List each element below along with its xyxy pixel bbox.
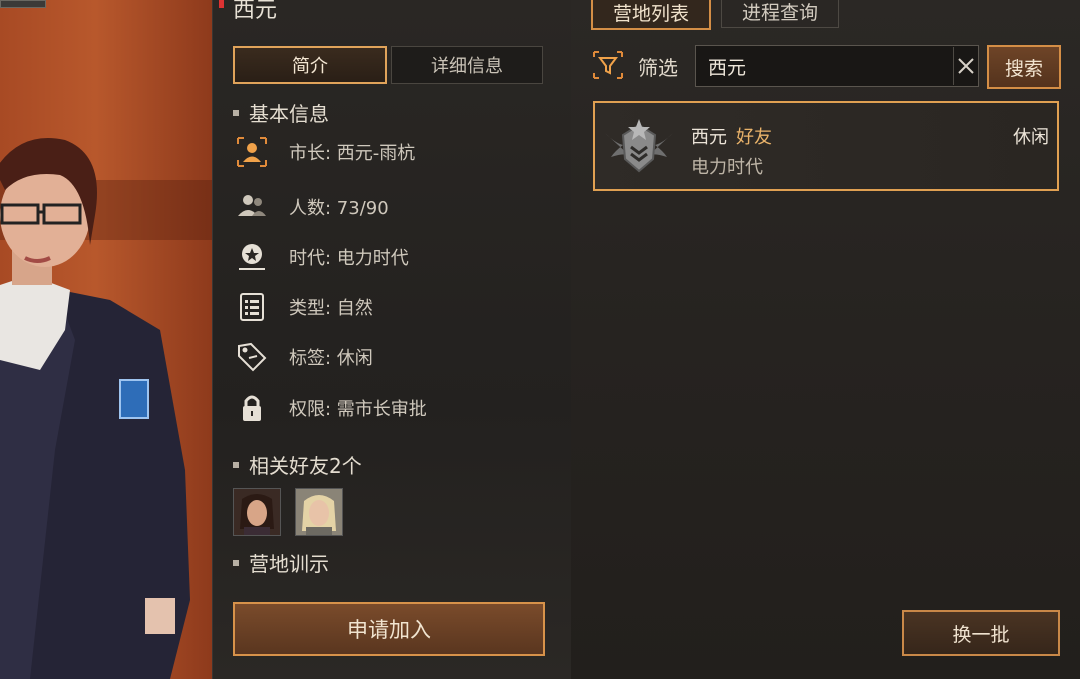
population-text: 人数: 73/90 (289, 198, 389, 219)
bullet-icon (233, 559, 239, 566)
friend-avatar-1[interactable] (233, 488, 281, 536)
info-row-era: 时代: 电力时代 (235, 239, 409, 275)
info-row-tag: 标签: 休闲 (235, 339, 373, 375)
result-camp-name: 西元 (691, 127, 727, 148)
camp-result-item[interactable]: 西元 好友 电力时代 休闲 (593, 101, 1059, 191)
tag-text: 标签: 休闲 (289, 348, 373, 369)
camp-title: 西元 (233, 0, 278, 23)
lock-icon (235, 391, 269, 425)
mayor-text: 市长: 西元-雨杭 (289, 143, 416, 164)
info-subtabs: 简介 详细信息 (233, 46, 543, 84)
bullet-icon (233, 109, 239, 116)
info-row-type: 类型: 自然 (235, 289, 373, 325)
mayor-icon (235, 135, 269, 169)
clear-search-button[interactable] (953, 47, 978, 85)
type-icon (235, 290, 269, 324)
apply-join-button[interactable]: 申请加入 (233, 602, 545, 656)
type-text: 类型: 自然 (289, 298, 373, 319)
filter-icon[interactable] (592, 50, 624, 80)
refresh-batch-button[interactable]: 换一批 (902, 610, 1060, 656)
friend-avatar-2[interactable] (295, 488, 343, 536)
title-marker (219, 0, 224, 8)
friends-label: 相关好友2个 (249, 454, 362, 478)
tab-details[interactable]: 详细信息 (391, 46, 543, 84)
permission-text: 权限: 需市长审批 (289, 399, 427, 420)
result-camp-tag: 休闲 (1013, 127, 1049, 148)
info-row-mayor: 市长: 西元-雨杭 (235, 134, 415, 170)
bullet-icon (233, 461, 239, 468)
info-row-permission: 权限: 需市长审批 (235, 390, 427, 426)
tab-progress-query[interactable]: 进程查询 (721, 0, 840, 28)
friends-heading: 相关好友2个 (233, 450, 362, 479)
close-icon (958, 58, 974, 74)
result-camp-era: 电力时代 (691, 157, 763, 178)
motto-label: 营地训示 (249, 552, 329, 576)
friend-list (233, 488, 343, 536)
corner-widget (0, 0, 46, 8)
tab-intro[interactable]: 简介 (233, 46, 387, 84)
basic-info-label: 基本信息 (249, 102, 329, 126)
character-portrait (0, 0, 212, 679)
era-icon (235, 240, 269, 274)
search-button[interactable]: 搜索 (987, 45, 1061, 89)
friend-badge: 好友 (736, 127, 772, 148)
motto-heading: 营地训示 (233, 548, 329, 577)
basic-info-heading: 基本信息 (233, 98, 329, 127)
tab-camp-list[interactable]: 营地列表 (591, 0, 712, 30)
search-input[interactable] (696, 45, 953, 87)
camp-emblem-icon (601, 115, 677, 177)
camp-list-panel: 营地列表 进程查询 筛选 搜索 西元 好友 电力时代 休闲 换一批 (571, 0, 1080, 679)
filter-label[interactable]: 筛选 (638, 52, 678, 81)
top-tabs: 营地列表 进程查询 (591, 0, 840, 30)
era-text: 时代: 电力时代 (289, 248, 409, 269)
mayor-character-image (0, 138, 190, 679)
camp-info-panel: 西元 简介 详细信息 基本信息 市长: 西元-雨杭 人数: 73/90 时代: … (212, 0, 571, 679)
population-icon (235, 190, 269, 224)
search-field (695, 45, 979, 87)
info-row-population: 人数: 73/90 (235, 189, 389, 225)
tag-icon (235, 340, 269, 374)
